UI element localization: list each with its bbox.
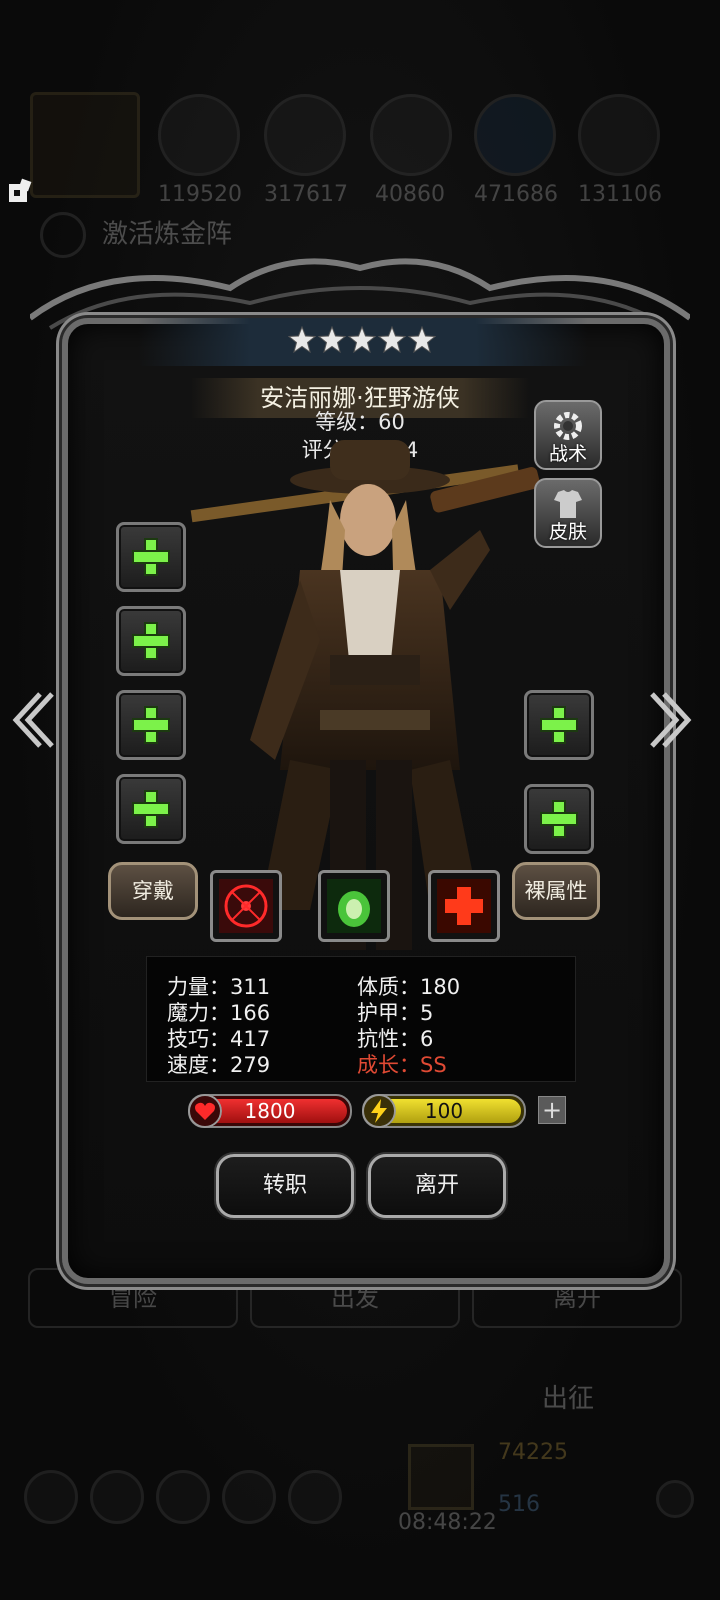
resource-value: 40860 (375, 182, 445, 207)
equip-slot-weapon[interactable] (116, 522, 186, 592)
lightning-icon (362, 1094, 396, 1128)
menu-icon (156, 1470, 210, 1524)
plus-icon (134, 792, 168, 826)
deploy-label: 出征 (542, 1384, 595, 1414)
resource-value: 131106 (578, 182, 662, 207)
previous-hero-arrow[interactable] (10, 690, 56, 750)
plus-icon (134, 624, 168, 658)
heart-icon (188, 1094, 222, 1128)
plus-icon (542, 708, 576, 742)
resource-value: 119520 (158, 182, 242, 207)
leave-button[interactable]: 离开 (368, 1154, 506, 1218)
hero-portrait (30, 92, 140, 198)
resource-value: 317617 (264, 182, 348, 207)
heal-cross-icon (437, 879, 491, 933)
stat-growth: 成长：SS (357, 1053, 447, 1077)
crosshair-icon (219, 879, 273, 933)
puzzle-icon[interactable] (6, 178, 34, 206)
plus-icon (542, 802, 576, 836)
resource-item: 317617 (264, 94, 348, 207)
star-icon (318, 326, 346, 354)
stat-speed: 速度：279 (167, 1053, 271, 1077)
skin-label: 皮肤 (548, 521, 587, 543)
resource-icon (474, 94, 556, 176)
add-energy-button[interactable]: + (538, 1096, 566, 1124)
bottom-bar: 08:48:22 74225 516 (20, 1440, 700, 1560)
poison-icon (327, 879, 381, 933)
rune-slot-1[interactable] (524, 690, 594, 760)
alchemy-label: 激活炼金阵 (102, 219, 233, 250)
base-attributes-button[interactable]: 裸属性 (512, 862, 600, 920)
tactics-label: 战术 (548, 443, 587, 465)
skin-button[interactable]: 皮肤 (534, 478, 602, 548)
menu-icon (288, 1470, 342, 1524)
resource-item: 471686 (474, 94, 558, 207)
resource-item: 131106 (578, 94, 662, 207)
equip-slot-accessory-2[interactable] (116, 774, 186, 844)
gem-amount: 516 (498, 1492, 540, 1517)
skill-slot-2[interactable] (318, 870, 390, 942)
add-icon (656, 1480, 694, 1518)
star-icon (288, 326, 316, 354)
gold-amount: 74225 (498, 1440, 568, 1465)
energy-bar: 100 (362, 1094, 526, 1128)
menu-icon (90, 1470, 144, 1524)
skill-slot-1[interactable] (210, 870, 282, 942)
hero-level: 等级：60 (315, 410, 405, 434)
change-class-button[interactable]: 转职 (216, 1154, 354, 1218)
hp-bar: 1800 (188, 1094, 352, 1128)
star-icon (408, 326, 436, 354)
gift-icon (408, 1444, 474, 1510)
next-hero-arrow[interactable] (648, 690, 694, 750)
stats-panel: 力量：311 魔力：166 技巧：417 速度：279 体质：180 护甲：5 … (146, 956, 576, 1082)
star-rating (288, 326, 438, 360)
resource-value: 471686 (474, 182, 558, 207)
menu-icon (24, 1470, 78, 1524)
resource-icon (158, 94, 240, 176)
resource-icon (370, 94, 452, 176)
resource-item: 119520 (158, 94, 242, 207)
plus-icon (134, 708, 168, 742)
equip-button[interactable]: 穿戴 (108, 862, 198, 920)
resource-bar: 119520 317617 40860 471686 131106 (30, 92, 690, 207)
plus-icon (134, 540, 168, 574)
equip-slot-accessory-1[interactable] (116, 690, 186, 760)
tactics-button[interactable]: 战术 (534, 400, 602, 470)
rune-slot-2[interactable] (524, 784, 594, 854)
resource-icon (578, 94, 660, 176)
skill-slot-3[interactable] (428, 870, 500, 942)
menu-icon (222, 1470, 276, 1524)
star-icon (378, 326, 406, 354)
resource-item: 40860 (370, 94, 452, 207)
clock: 08:48:22 (398, 1510, 497, 1535)
resource-icon (264, 94, 346, 176)
equip-slot-armor[interactable] (116, 606, 186, 676)
star-icon (348, 326, 376, 354)
